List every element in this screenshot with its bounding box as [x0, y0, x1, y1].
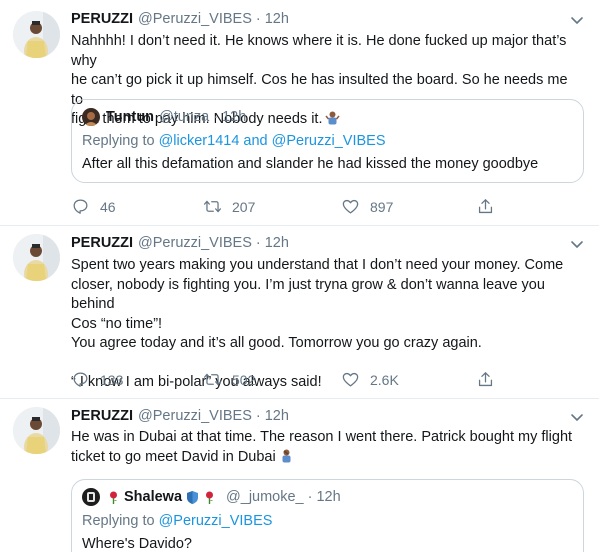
reply-button[interactable]: 133	[71, 370, 123, 389]
tweet-text-line: He was in Dubai at that time. The reason…	[71, 429, 573, 445]
timestamp: 12h	[222, 109, 247, 125]
retweet-icon	[203, 373, 222, 386]
user-handle: @_jumoke_	[226, 489, 304, 505]
rose-emoji	[106, 490, 121, 505]
timestamp[interactable]: 12h	[265, 235, 289, 251]
avatar[interactable]	[13, 234, 60, 281]
like-count: 897	[370, 198, 394, 215]
chevron-down-icon[interactable]	[569, 12, 585, 28]
tweet-actions: 46 207 897	[71, 197, 501, 217]
share-icon	[478, 199, 493, 214]
quoted-tweet-header: Shalewa @_jumoke_ · 12h	[82, 488, 341, 506]
retweet-count: 502	[232, 371, 256, 388]
user-handle[interactable]: @Peruzzi_VIBES	[138, 408, 252, 424]
share-button[interactable]	[476, 197, 505, 216]
display-name: Tuntun	[106, 109, 155, 125]
reply-icon	[73, 372, 88, 387]
tweet-text-line: Cos “no time”!	[71, 315, 163, 332]
separator-dot: ·	[255, 408, 261, 424]
quoted-tweet-header: Tuntun @tunza · 12h	[82, 108, 246, 126]
separator-dot: ·	[213, 109, 219, 125]
reply-icon	[73, 199, 88, 214]
tweet[interactable]: PERUZZI @Peruzzi_VIBES · 12h Nahhhh! I d…	[0, 0, 599, 226]
tweet-text-line: closer, nobody is fighting you. I’m just…	[71, 276, 545, 313]
avatar[interactable]	[13, 407, 60, 454]
quoted-tweet-text: After all this defamation and slander he…	[82, 156, 539, 172]
separator-dot: ·	[255, 11, 261, 27]
user-handle: @tunza	[159, 109, 210, 125]
tweet-header: PERUZZI @Peruzzi_VIBES · 12h	[71, 408, 289, 424]
retweet-button[interactable]: 502	[203, 370, 255, 389]
replying-to-users[interactable]: @licker1414 and @Peruzzi_VIBES	[159, 133, 386, 149]
avatar	[82, 108, 100, 126]
quoted-tweet[interactable]: Shalewa @_jumoke_ · 12h Replying to @Per…	[71, 479, 584, 552]
like-button[interactable]: 897	[341, 197, 393, 216]
user-handle[interactable]: @Peruzzi_VIBES	[138, 235, 252, 251]
like-button[interactable]: 2.6K	[341, 370, 399, 389]
quoted-tweet-text: Where's Davido?	[82, 536, 192, 552]
timestamp[interactable]: 12h	[265, 408, 289, 424]
like-count: 2.6K	[370, 371, 399, 388]
display-name[interactable]: PERUZZI	[71, 235, 133, 251]
display-name[interactable]: PERUZZI	[71, 408, 133, 424]
replying-to-prefix: Replying to	[82, 513, 155, 529]
tweet-text-line: ticket to go meet David in Dubai	[71, 448, 276, 465]
tweet-text-line: Spent two years making you understand th…	[71, 257, 564, 273]
shield-emoji	[185, 490, 200, 505]
avatar	[82, 488, 100, 506]
display-name[interactable]: PERUZZI	[71, 11, 133, 27]
tweet-actions: 133 502 2.6K	[71, 370, 501, 390]
tweet[interactable]: PERUZZI @Peruzzi_VIBES · 12h Spent two y…	[0, 226, 599, 399]
person-facepalming-emoji	[279, 448, 294, 463]
share-icon	[478, 372, 493, 387]
replying-to: Replying to @licker1414 and @Peruzzi_VIB…	[82, 133, 386, 149]
tweet-text: He was in Dubai at that time. The reason…	[71, 428, 576, 467]
tweet-text-line: You agree today and it’s all good. Tomor…	[71, 335, 482, 351]
reply-button[interactable]: 46	[71, 197, 116, 216]
reply-count: 133	[100, 371, 124, 388]
retweet-button[interactable]: 207	[203, 197, 255, 216]
quoted-tweet[interactable]: Tuntun @tunza · 12h Replying to @licker1…	[71, 99, 584, 183]
avatar[interactable]	[13, 11, 60, 58]
like-icon	[342, 199, 359, 214]
user-handle[interactable]: @Peruzzi_VIBES	[138, 11, 252, 27]
retweet-count: 207	[232, 198, 256, 215]
timestamp: 12h	[316, 489, 341, 505]
replying-to: Replying to @Peruzzi_VIBES	[82, 513, 272, 529]
separator-dot: ·	[307, 489, 313, 505]
chevron-down-icon[interactable]	[569, 409, 585, 425]
chevron-down-icon[interactable]	[569, 236, 585, 252]
tweet-header: PERUZZI @Peruzzi_VIBES · 12h	[71, 235, 289, 251]
tweet-text-line: Nahhhh! I don’t need it. He knows where …	[71, 33, 567, 69]
display-name: Shalewa	[124, 489, 183, 505]
like-icon	[342, 372, 359, 387]
reply-count: 46	[100, 198, 116, 215]
rose-emoji	[202, 490, 217, 505]
replying-to-users[interactable]: @Peruzzi_VIBES	[159, 513, 273, 529]
timestamp[interactable]: 12h	[265, 11, 289, 27]
tweet-header: PERUZZI @Peruzzi_VIBES · 12h	[71, 11, 289, 27]
separator-dot: ·	[255, 235, 261, 251]
tweet[interactable]: PERUZZI @Peruzzi_VIBES · 12h He was in D…	[0, 399, 599, 552]
replying-to-prefix: Replying to	[82, 133, 155, 149]
retweet-icon	[203, 200, 222, 213]
share-button[interactable]	[476, 370, 505, 389]
